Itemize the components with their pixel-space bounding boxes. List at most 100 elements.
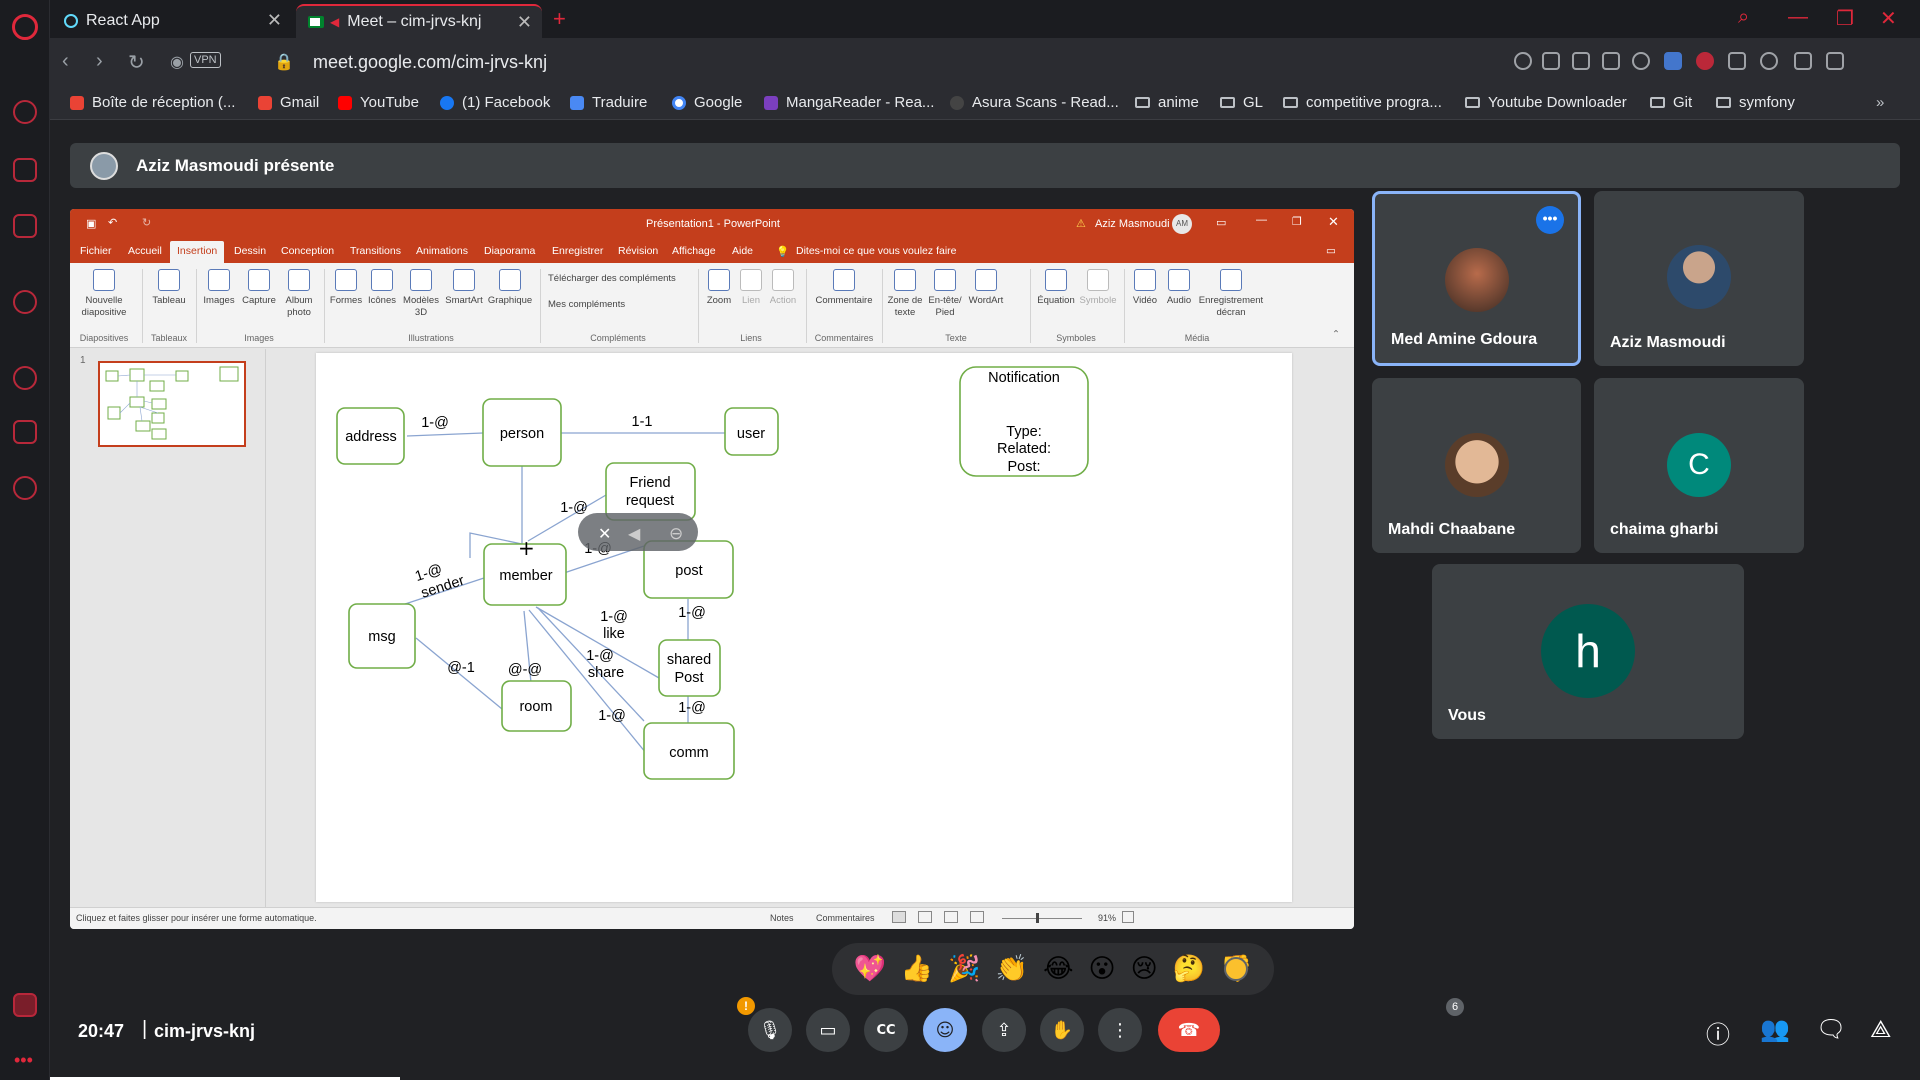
opera-logo-icon[interactable] — [12, 14, 38, 40]
reaction-laugh[interactable]: 😂 — [1043, 956, 1073, 982]
bookmark-symfony[interactable]: symfony — [1716, 94, 1795, 111]
get-addins-button[interactable]: Télécharger des compléments — [548, 273, 676, 285]
reaction-thumbs-up[interactable]: 👍 — [901, 956, 933, 982]
player-icon[interactable] — [13, 290, 37, 314]
sorter-view-icon[interactable] — [918, 911, 932, 923]
zoom-level[interactable]: 91% — [1098, 913, 1116, 923]
audio-button[interactable]: Audio — [1162, 269, 1196, 307]
ppt-tab-enregistrer[interactable]: Enregistrer — [552, 245, 603, 257]
more-options-button[interactable]: ••• — [1536, 206, 1564, 234]
ppt-tab-revision[interactable]: Révision — [618, 245, 658, 257]
equation-button[interactable]: Équation — [1034, 269, 1078, 307]
reaction-thinking[interactable]: 🤔 — [1173, 956, 1205, 982]
ppt-tab-animations[interactable]: Animations — [416, 245, 468, 257]
menu-icon[interactable] — [1826, 52, 1844, 70]
close-window-icon[interactable]: ✕ — [1880, 6, 1897, 31]
symbol-button[interactable]: Symbole — [1078, 269, 1118, 307]
vpn-badge[interactable]: VPN — [190, 52, 221, 68]
self-tile[interactable]: h Vous — [1432, 564, 1744, 739]
reload-icon[interactable]: ↻ — [128, 50, 145, 75]
people-icon[interactable]: 👥 — [1760, 1015, 1790, 1043]
bookmark-google[interactable]: Google — [672, 94, 742, 111]
bookmark-git[interactable]: Git — [1650, 94, 1692, 111]
save-icon[interactable]: ▣ — [86, 217, 96, 230]
bookmark-inbox[interactable]: Boîte de réception (... — [70, 94, 235, 111]
search-icon[interactable]: ⌕ — [1738, 6, 1749, 29]
undo-icon[interactable]: ↶ — [108, 216, 117, 229]
fit-slide-icon[interactable] — [1122, 911, 1134, 923]
url-field[interactable]: meet.google.com/cim-jrvs-knj — [313, 52, 547, 73]
table-button[interactable]: Tableau — [148, 269, 190, 307]
bookmark-gl[interactable]: GL — [1220, 94, 1263, 111]
bookmark-youtube-downloader[interactable]: Youtube Downloader — [1465, 94, 1627, 111]
adblock-ext-icon[interactable] — [1696, 52, 1714, 70]
back-icon[interactable]: ‹ — [62, 50, 69, 73]
heart-icon[interactable] — [1632, 52, 1650, 70]
cube-ext-icon[interactable] — [1728, 52, 1746, 70]
video-button[interactable]: Vidéo — [1128, 269, 1162, 307]
briefcase-icon[interactable] — [13, 158, 37, 182]
close-tab-icon[interactable]: ✕ — [517, 12, 532, 33]
shared-screen[interactable]: ▣ ↶ ↻ Présentation1 - PowerPoint ⚠ Aziz … — [70, 209, 1354, 929]
volume-off-icon[interactable]: ◀ — [628, 524, 641, 543]
redo-icon[interactable]: ↻ — [142, 216, 151, 229]
bookmark-competitive[interactable]: competitive progra... — [1283, 94, 1442, 111]
screen-recording-button[interactable]: Enregistrement décran — [1196, 269, 1266, 320]
ppt-tab-conception[interactable]: Conception — [281, 245, 334, 257]
tab-react-app[interactable]: React App ✕ — [52, 4, 292, 38]
notes-button[interactable]: Notes — [770, 913, 794, 923]
icons-button[interactable]: Icônes — [364, 269, 400, 307]
meeting-code[interactable]: cim-jrvs-knj — [154, 1021, 255, 1042]
new-slide-button[interactable]: Nouvelle diapositive — [76, 269, 132, 320]
photo-album-button[interactable]: Album photo — [280, 269, 318, 320]
collapse-ribbon-icon[interactable]: ⌃ — [1332, 329, 1340, 340]
close-tab-icon[interactable]: ✕ — [267, 10, 282, 31]
edit-icon[interactable] — [1542, 52, 1560, 70]
shapes-button[interactable]: Formes — [328, 269, 364, 307]
bookmark-translate[interactable]: Traduire — [570, 94, 647, 111]
participant-tile[interactable]: Aziz Masmoudi — [1594, 191, 1804, 366]
reading-view-icon[interactable] — [944, 911, 958, 923]
action-button[interactable]: Action — [766, 269, 800, 307]
ribbon-display-icon[interactable]: ▭ — [1216, 216, 1226, 229]
my-addins-button[interactable]: Mes compléments — [548, 299, 625, 311]
ppt-close-icon[interactable]: ✕ — [1328, 214, 1339, 230]
present-button[interactable]: ⇪ — [982, 1008, 1026, 1052]
mic-off-icon[interactable]: ✕ — [598, 524, 611, 543]
minimize-icon[interactable]: — — [1788, 6, 1808, 29]
more-bookmarks-icon[interactable]: » — [1876, 94, 1884, 111]
activities-icon[interactable]: ⟁ — [1870, 1015, 1891, 1043]
ppt-tab-transitions[interactable]: Transitions — [350, 245, 401, 257]
reaction-party[interactable]: 🎉 — [948, 956, 980, 982]
skin-tone-picker[interactable] — [1224, 957, 1248, 981]
audio-playing-icon[interactable]: ◀ — [330, 15, 339, 29]
slide-thumbnail[interactable] — [98, 361, 246, 447]
meeting-info-icon[interactable]: ⓘ — [1706, 1015, 1730, 1050]
bookmark-mangareader[interactable]: MangaReader - Rea... — [764, 94, 934, 111]
reaction-clap[interactable]: 👏 — [996, 956, 1028, 982]
capture-button[interactable]: Capture — [240, 269, 278, 307]
cube-icon[interactable] — [13, 420, 37, 444]
wordart-button[interactable]: WordArt — [966, 269, 1006, 307]
lock-icon[interactable]: 🔒 — [274, 52, 294, 72]
ppt-restore-icon[interactable]: ❐ — [1292, 215, 1302, 228]
new-tab-plus-icon[interactable]: + — [553, 6, 566, 32]
chart-button[interactable]: Graphique — [486, 269, 534, 307]
bookmark-youtube[interactable]: YouTube — [338, 94, 419, 111]
reaction-surprised[interactable]: 😮 — [1088, 956, 1115, 982]
captions-button[interactable]: CC — [864, 1008, 908, 1052]
bookmark-anime[interactable]: anime — [1135, 94, 1199, 111]
restore-icon[interactable]: ❐ — [1836, 6, 1854, 31]
reaction-sparkling-heart[interactable]: 💖 — [854, 956, 886, 982]
translate-ext-icon[interactable] — [1664, 52, 1682, 70]
zoom-slider[interactable] — [1002, 918, 1082, 919]
3d-models-button[interactable]: Modèles 3D — [400, 269, 442, 320]
normal-view-icon[interactable] — [892, 911, 906, 923]
search-page-icon[interactable] — [1514, 52, 1532, 70]
tab-meet[interactable]: ◀ Meet – cim-jrvs-knj ✕ — [296, 4, 542, 38]
participant-tile[interactable]: Mahdi Chaabane — [1372, 378, 1581, 553]
bookmark-gmail[interactable]: Gmail — [258, 94, 319, 111]
microphone-button[interactable]: 🎙 — [748, 1008, 792, 1052]
tell-me-search[interactable]: Dites-moi ce que vous voulez faire — [796, 245, 957, 257]
ppt-minimize-icon[interactable]: — — [1256, 214, 1267, 226]
